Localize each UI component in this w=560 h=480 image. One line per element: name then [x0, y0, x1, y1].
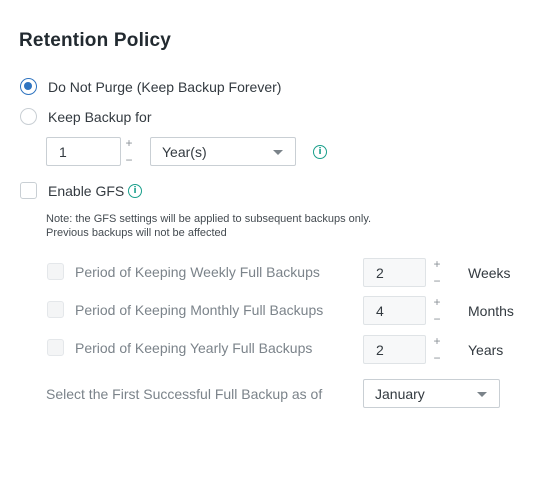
- increment-icon[interactable]: +: [433, 258, 440, 270]
- decrement-icon[interactable]: −: [433, 313, 440, 325]
- weekly-unit: Weeks: [468, 265, 511, 281]
- yearly-unit: Years: [468, 342, 504, 358]
- radio-row-keep-for[interactable]: Keep Backup for: [20, 108, 152, 125]
- radio-keep-for[interactable]: [20, 108, 37, 125]
- increment-icon[interactable]: +: [125, 137, 132, 149]
- monthly-checkbox[interactable]: [47, 301, 64, 318]
- keep-value-stepper[interactable]: + −: [122, 137, 136, 166]
- yearly-label: Period of Keeping Yearly Full Backups: [75, 339, 313, 356]
- gfs-note: Note: the GFS settings will be applied t…: [46, 212, 371, 240]
- radio-no-purge[interactable]: [20, 78, 37, 95]
- first-backup-month-value: January: [375, 385, 425, 402]
- weekly-stepper[interactable]: + −: [430, 258, 444, 287]
- increment-icon[interactable]: +: [433, 335, 440, 347]
- increment-icon[interactable]: +: [433, 296, 440, 308]
- yearly-stepper[interactable]: + −: [430, 335, 444, 364]
- keep-unit-value: Year(s): [162, 143, 207, 160]
- decrement-icon[interactable]: −: [433, 275, 440, 287]
- chevron-down-icon: [273, 150, 283, 155]
- gfs-note-line-2: Previous backups will not be affected: [46, 227, 227, 239]
- page-title: Retention Policy: [19, 30, 172, 51]
- monthly-label: Period of Keeping Monthly Full Backups: [75, 301, 324, 318]
- yearly-value-input[interactable]: 2: [363, 335, 426, 364]
- enable-gfs-label: Enable GFS: [48, 182, 125, 199]
- radio-no-purge-label: Do Not Purge (Keep Backup Forever): [48, 78, 282, 95]
- radio-row-no-purge[interactable]: Do Not Purge (Keep Backup Forever): [20, 78, 281, 95]
- decrement-icon[interactable]: −: [433, 352, 440, 364]
- enable-gfs-row[interactable]: Enable GFS: [20, 182, 124, 199]
- yearly-checkbox[interactable]: [47, 339, 64, 356]
- gfs-note-line-1: Note: the GFS settings will be applied t…: [46, 213, 372, 225]
- radio-keep-for-label: Keep Backup for: [48, 108, 152, 125]
- gfs-info-icon[interactable]: i: [128, 184, 142, 198]
- weekly-checkbox[interactable]: [47, 263, 64, 280]
- keep-unit-select[interactable]: Year(s): [150, 137, 296, 166]
- monthly-stepper[interactable]: + −: [430, 296, 444, 325]
- weekly-label: Period of Keeping Weekly Full Backups: [75, 263, 320, 280]
- weekly-row: Period of Keeping Weekly Full Backups: [47, 263, 320, 280]
- monthly-unit: Months: [468, 303, 514, 319]
- info-icon[interactable]: i: [313, 145, 327, 159]
- enable-gfs-checkbox[interactable]: [20, 182, 37, 199]
- monthly-row: Period of Keeping Monthly Full Backups: [47, 301, 323, 318]
- first-backup-label: Select the First Successful Full Backup …: [46, 386, 323, 402]
- monthly-value-input[interactable]: 4: [363, 296, 426, 325]
- decrement-icon[interactable]: −: [125, 154, 132, 166]
- keep-value-input[interactable]: 1: [46, 137, 121, 166]
- yearly-row: Period of Keeping Yearly Full Backups: [47, 339, 312, 356]
- first-backup-month-select[interactable]: January: [363, 379, 500, 408]
- weekly-value-input[interactable]: 2: [363, 258, 426, 287]
- chevron-down-icon: [477, 392, 487, 397]
